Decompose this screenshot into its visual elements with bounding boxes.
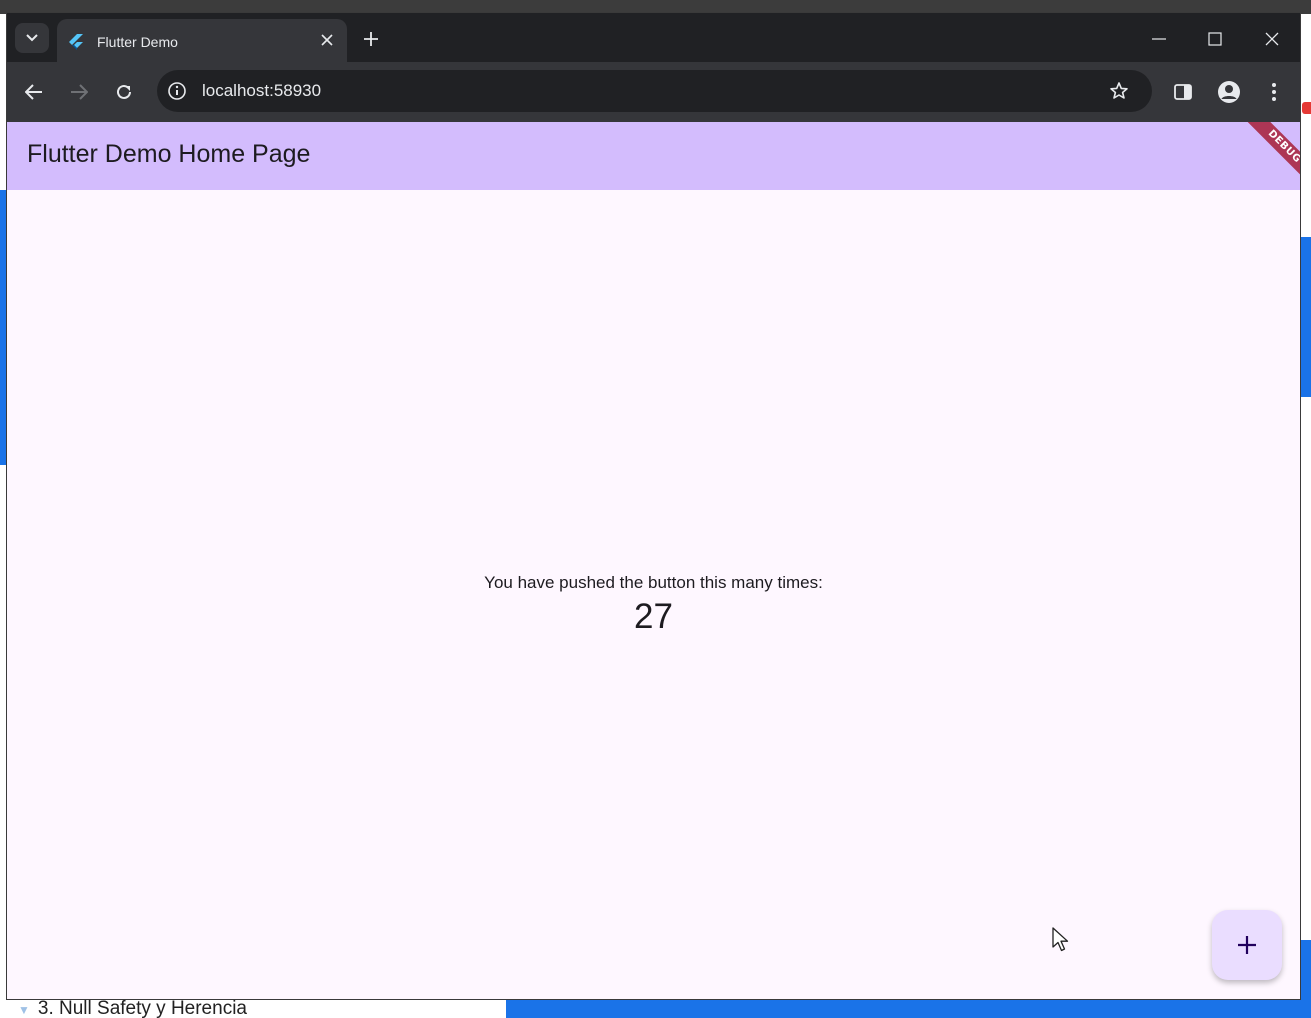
- side-panel-button[interactable]: [1169, 78, 1197, 106]
- url-text: localhost:58930: [202, 81, 322, 100]
- plus-icon: [364, 32, 378, 46]
- background-document-heading: ▼ 3. Null Safety y Herencia: [18, 998, 247, 1018]
- account-icon: [1218, 81, 1240, 103]
- background-window-edge: [506, 999, 1311, 1018]
- counter-value: 27: [634, 597, 673, 636]
- info-icon: [168, 82, 186, 100]
- back-button[interactable]: [20, 78, 48, 106]
- add-icon: [1238, 936, 1256, 954]
- reload-button[interactable]: [110, 78, 138, 106]
- bookmark-button[interactable]: [1107, 79, 1131, 103]
- counter-message: You have pushed the button this many tim…: [484, 573, 823, 592]
- window-close-button[interactable]: [1258, 25, 1286, 53]
- address-bar[interactable]: localhost:58930: [157, 70, 1152, 112]
- reload-icon: [117, 84, 131, 99]
- tab-title: Flutter Demo: [97, 34, 178, 50]
- increment-button[interactable]: [1212, 910, 1282, 980]
- flutter-logo-icon: [69, 34, 83, 50]
- background-window-edge: [1300, 940, 1311, 1000]
- maximize-button[interactable]: [1201, 25, 1229, 53]
- new-tab-button[interactable]: [359, 27, 383, 51]
- arrow-left-icon: [25, 84, 42, 100]
- page-viewport: Flutter Demo Home Page DEBUG You have pu…: [7, 122, 1300, 999]
- background-badge: [1302, 102, 1311, 114]
- minimize-button[interactable]: [1145, 25, 1173, 53]
- tab-flutter-demo[interactable]: Flutter Demo: [57, 19, 347, 62]
- more-vert-icon: [1272, 83, 1276, 101]
- arrow-right-icon: [71, 84, 88, 100]
- page-title: Flutter Demo Home Page: [27, 140, 311, 168]
- tab-close-button[interactable]: [319, 32, 335, 48]
- maximize-icon: [1208, 32, 1222, 46]
- tab-strip: Flutter Demo: [7, 13, 1300, 62]
- star-icon: [1110, 82, 1128, 99]
- menu-button[interactable]: [1260, 78, 1288, 106]
- profile-button[interactable]: [1215, 78, 1243, 106]
- side-panel-icon: [1174, 84, 1192, 100]
- close-icon: [1265, 32, 1279, 46]
- background-window-edge: [1300, 237, 1311, 397]
- browser-toolbar: localhost:58930: [7, 62, 1300, 122]
- browser-window: Flutter Demo localhost:58930 Flutter Dem…: [6, 12, 1301, 1000]
- tab-search-button[interactable]: [15, 23, 49, 53]
- close-icon: [321, 34, 333, 46]
- chevron-down-icon: [26, 34, 38, 42]
- forward-button[interactable]: [65, 78, 93, 106]
- site-info-button[interactable]: [165, 79, 189, 103]
- disclosure-triangle-icon: ▼: [18, 1003, 30, 1017]
- mouse-cursor-icon: [1052, 927, 1069, 952]
- app-bar: Flutter Demo Home Page: [7, 122, 1300, 190]
- minimize-icon: [1152, 38, 1166, 40]
